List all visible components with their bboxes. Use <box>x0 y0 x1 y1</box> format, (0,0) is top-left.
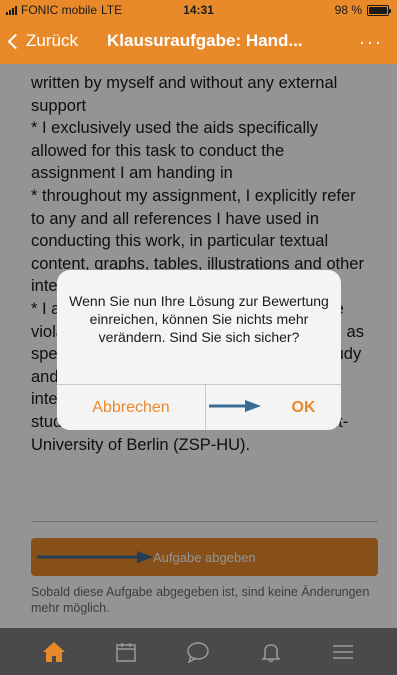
arrow-right-icon <box>209 400 261 412</box>
dialog-message: Wenn Sie nun Ihre Lösung zur Bewertung e… <box>69 293 329 345</box>
chat-icon <box>187 641 210 663</box>
back-button[interactable]: Zurück <box>6 31 78 51</box>
tab-menu[interactable] <box>328 637 358 667</box>
navigation-bar: Zurück Klausuraufgabe: Hand... ··· <box>0 20 397 64</box>
chevron-left-icon <box>7 33 24 49</box>
more-options-button[interactable]: ··· <box>359 32 383 53</box>
confirm-submit-dialog: Wenn Sie nun Ihre Lösung zur Bewertung e… <box>57 270 341 430</box>
home-icon <box>43 641 66 662</box>
cancel-button[interactable]: Abbrechen <box>57 385 205 430</box>
battery-percent: 98 % <box>334 3 362 17</box>
ok-label: OK <box>291 398 316 416</box>
battery-status: 98 % <box>334 3 391 17</box>
tab-calendar[interactable] <box>111 637 141 667</box>
tab-home[interactable] <box>39 637 69 667</box>
battery-icon <box>367 4 391 16</box>
status-bar: FONIC mobile LTE 14:31 98 % <box>0 0 397 20</box>
menu-icon <box>332 644 353 659</box>
bell-icon <box>260 643 281 662</box>
back-label: Zurück <box>26 31 78 50</box>
page-title: Klausuraufgabe: Hand... <box>107 31 303 50</box>
tab-notifications[interactable] <box>256 637 286 667</box>
calendar-icon <box>116 642 137 662</box>
tab-bar <box>0 628 397 675</box>
tab-chat[interactable] <box>183 637 213 667</box>
